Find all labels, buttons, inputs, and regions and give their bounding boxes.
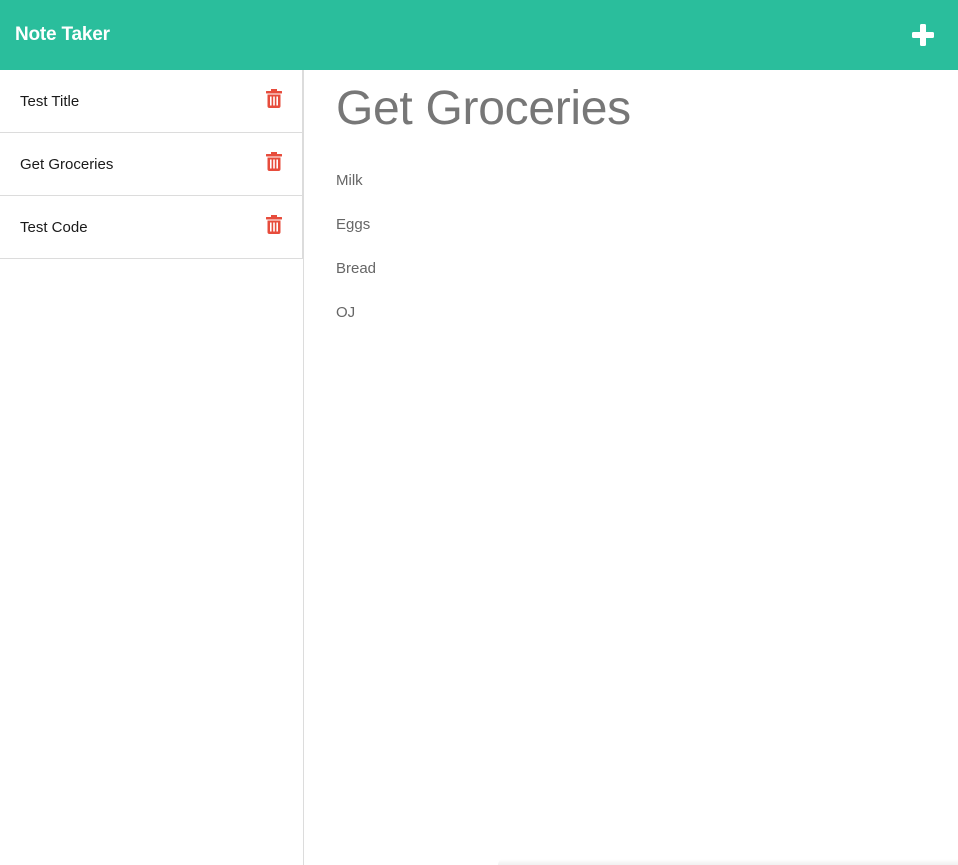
note-taker-app: Note Taker Test Title Get Groceries Test… (0, 0, 958, 865)
delete-note-button[interactable] (265, 88, 283, 108)
note-text-line: Milk (336, 172, 363, 189)
note-editor: Get Groceries Milk Eggs Bread OJ (304, 70, 958, 865)
plus-icon (912, 24, 934, 46)
trash-icon (266, 88, 282, 108)
note-title-input[interactable]: Get Groceries (336, 82, 926, 136)
navbar: Note Taker (0, 0, 958, 70)
note-text-area[interactable]: Milk Eggs Bread OJ (336, 148, 926, 346)
sidebar: Test Title Get Groceries Test Code (0, 70, 304, 865)
trash-icon (266, 151, 282, 171)
brand-title[interactable]: Note Taker (15, 24, 110, 46)
new-note-button[interactable] (906, 18, 940, 52)
note-text-line: Bread (336, 260, 377, 277)
note-list-item-title[interactable]: Test Code (20, 218, 88, 236)
note-list-item[interactable]: Get Groceries (0, 133, 303, 196)
note-text-line: OJ (336, 304, 356, 321)
note-list-item-title[interactable]: Get Groceries (20, 155, 113, 173)
note-list-item-title[interactable]: Test Title (20, 92, 79, 110)
bottom-shadow (498, 859, 958, 865)
note-list-item[interactable]: Test Title (0, 70, 303, 133)
note-list: Test Title Get Groceries Test Code (0, 70, 303, 259)
delete-note-button[interactable] (265, 214, 283, 234)
note-list-item[interactable]: Test Code (0, 196, 303, 259)
delete-note-button[interactable] (265, 151, 283, 171)
trash-icon (266, 214, 282, 234)
note-text-line: Eggs (336, 216, 371, 233)
